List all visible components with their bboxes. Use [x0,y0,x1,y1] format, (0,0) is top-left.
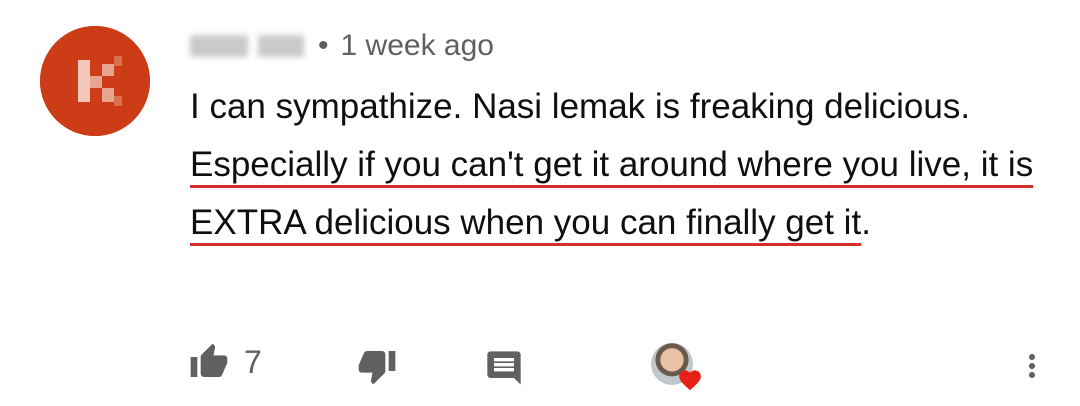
like-button[interactable]: 7 [188,342,262,382]
comment-timestamp: 1 week ago [340,29,494,62]
dislike-button[interactable] [356,346,398,386]
heart-icon [677,367,703,396]
separator-dot: • [318,29,329,62]
creator-heart-badge [651,343,703,395]
thumbs-down-icon [356,346,398,386]
comment-text-end: . [861,203,871,242]
comment-actions: 7 [0,336,1080,396]
thumbs-up-icon [188,342,230,382]
like-count: 7 [244,343,262,380]
reply-button[interactable] [484,348,524,388]
comment-text-underlined: Especially if you can't get it around wh… [190,145,1034,242]
more-vert-icon [1014,346,1050,386]
comment-text: I can sympathize. Nasi lemak is freaking… [190,78,1050,252]
more-options-button[interactable] [1014,346,1050,386]
comment-header: • 1 week ago [190,26,494,66]
comment-icon [484,348,524,388]
avatar[interactable] [40,26,150,136]
comment-text-plain: I can sympathize. Nasi lemak is freaking… [190,87,971,126]
author-name-redacted[interactable] [190,35,304,57]
avatar-letter-icon [40,26,150,136]
